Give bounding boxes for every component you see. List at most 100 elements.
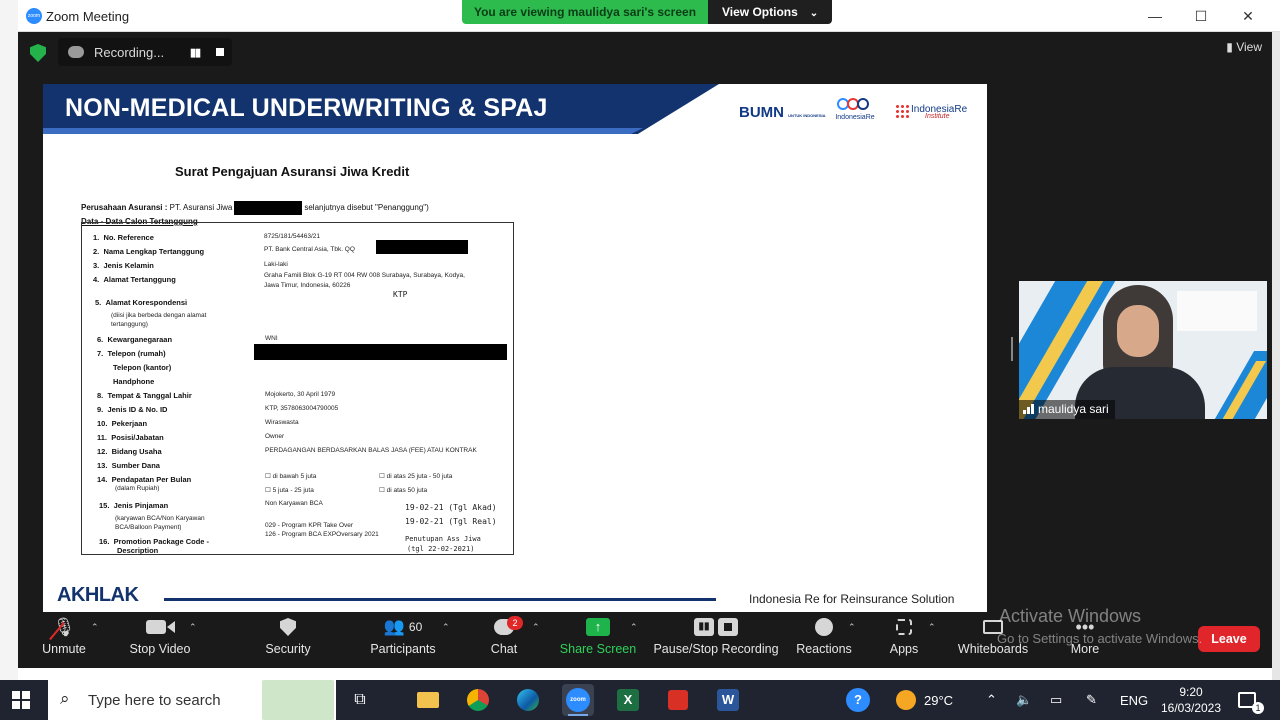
apps-button[interactable]: Apps [884, 612, 924, 668]
desktop-background [0, 0, 18, 680]
help-icon[interactable]: ? [846, 680, 870, 720]
video-background-slide [1177, 291, 1257, 331]
maximize-icon[interactable]: ☐ [1191, 6, 1211, 26]
close-icon[interactable]: ✕ [1238, 6, 1258, 26]
chrome-icon[interactable] [462, 684, 494, 716]
form-row-line2: Description [117, 546, 158, 555]
participant-name: maulidya sari [1038, 402, 1109, 416]
view-options-button[interactable]: View Options ⌄ [708, 0, 832, 24]
row-num: 7. [97, 349, 104, 358]
zoom-taskbar-icon[interactable]: zoom [562, 684, 594, 716]
view-button[interactable]: ▮ View [1226, 40, 1262, 54]
row-label: Sumber Dana [111, 461, 160, 470]
form-row: Handphone [113, 377, 154, 386]
stop-recording-icon[interactable] [216, 48, 224, 56]
indonesiare-rings-icon [833, 98, 877, 112]
minimize-icon[interactable]: — [1145, 6, 1165, 26]
row-num: 6. [97, 335, 104, 344]
income-option: ☐ di bawah 5 juta [265, 473, 317, 480]
input-language[interactable]: ENG [1120, 680, 1148, 720]
bumn-logo: BUMN UNTUK INDONESIA [739, 104, 826, 121]
form-row: 8. Tempat & Tanggal Lahir [97, 391, 192, 400]
reactions-button[interactable]: Reactions [794, 612, 854, 668]
row-label: Tempat & Tanggal Lahir [107, 391, 192, 400]
redaction-bar [376, 240, 468, 254]
row-value-line2: Jawa Timur, Indonesia, 60226 [264, 282, 351, 289]
notification-count: 1 [1252, 702, 1264, 714]
security-app-icon[interactable] [662, 684, 694, 716]
clock-time: 9:20 [1179, 685, 1203, 699]
form-title: Surat Pengajuan Asuransi Jiwa Kredit [175, 164, 410, 179]
weather-temperature: 29°C [924, 692, 954, 708]
share-options-chevron-icon[interactable]: ⌃ [630, 622, 638, 633]
row-label: Alamat Tertanggung [103, 275, 176, 284]
weather-sun-icon [896, 690, 916, 710]
form-row: Telepon (kantor) [113, 363, 171, 372]
apps-options-chevron-icon[interactable]: ⌃ [928, 622, 936, 633]
reactions-options-chevron-icon[interactable]: ⌃ [848, 622, 856, 633]
encryption-shield-icon[interactable] [30, 44, 46, 62]
slide-banner-stripe [43, 128, 643, 134]
viewing-status: You are viewing maulidya sari's screen [462, 0, 708, 24]
row-num: 14. [97, 475, 108, 484]
unmute-button[interactable]: 🎙 Unmute [32, 612, 96, 668]
start-button[interactable] [12, 691, 30, 709]
participants-options-chevron-icon[interactable]: ⌃ [442, 622, 450, 633]
row-num: 5. [95, 298, 102, 307]
leave-button[interactable]: Leave [1198, 626, 1260, 652]
show-hidden-icons-chevron-icon[interactable]: ⌃ [986, 680, 997, 720]
participant-video[interactable]: maulidya sari [1019, 281, 1267, 419]
task-view-icon[interactable]: ⧉ [344, 684, 376, 716]
pause-stop-recording-button[interactable]: ▮▮ Pause/Stop Recording [652, 612, 780, 668]
form-row: 6. Kewarganegaraan [97, 335, 172, 344]
security-button[interactable]: Security [258, 612, 318, 668]
participant-face [1117, 305, 1159, 357]
pause-recording-icon[interactable]: ▮▮ [190, 46, 201, 59]
resize-handle[interactable] [1011, 337, 1013, 361]
row-num: 1. [93, 233, 100, 242]
row-value: Laki-laki [264, 261, 288, 268]
form-row: 5. Alamat Korespondensi [95, 298, 187, 307]
taskbar-search-box[interactable]: ⌕ Type here to search [48, 680, 336, 720]
search-placeholder: Type here to search [88, 692, 221, 709]
volume-icon[interactable]: 🔈 [1016, 680, 1032, 720]
perusahaan-pre: PT. Asuransi Jiwa [169, 203, 233, 213]
row-value: WNI [265, 335, 278, 342]
window-title: Zoom Meeting [46, 9, 130, 24]
row-sub: (diisi jika berbeda dengan alamat [111, 312, 207, 319]
participants-button[interactable]: 👥 60 Participants [358, 612, 448, 668]
row-num: 8. [97, 391, 104, 400]
unmute-label: Unmute [42, 642, 86, 656]
stop-video-button[interactable]: Stop Video [122, 612, 198, 668]
video-options-chevron-icon[interactable]: ⌃ [189, 622, 197, 633]
battery-icon[interactable]: ▭ [1050, 680, 1062, 720]
word-icon[interactable]: W [712, 684, 744, 716]
weather-widget[interactable]: 29°C [896, 680, 953, 720]
row-label: Jenis Pinjaman [113, 501, 169, 510]
row-num: 4. [93, 275, 100, 284]
audio-options-chevron-icon[interactable]: ⌃ [91, 622, 99, 633]
form-row: 10. Pekerjaan [97, 419, 147, 428]
excel-icon[interactable]: X [612, 684, 644, 716]
income-option: ☐ 5 juta - 25 juta [265, 487, 314, 494]
row-value: Wiraswasta [265, 419, 299, 426]
share-screen-label: Share Screen [559, 642, 637, 656]
bumn-logo-text: BUMN [739, 104, 784, 121]
perusahaan-line: Perusahaan Asuransi : PT. Asuransi Jiwa s… [81, 201, 429, 215]
share-screen-button[interactable]: ↑ Share Screen [558, 612, 638, 668]
perusahaan-post: selanjutnya disebut "Penanggung") [304, 203, 429, 213]
row-sub-line2: tertanggung) [111, 321, 148, 328]
edge-icon[interactable] [512, 684, 544, 716]
handwritten-ktp: KTP [393, 290, 408, 299]
pen-icon[interactable]: ✎ [1086, 680, 1097, 720]
file-explorer-icon[interactable] [412, 684, 444, 716]
row-label: Telepon (rumah) [107, 349, 166, 358]
notification-center-icon[interactable]: 1 [1238, 680, 1264, 720]
taskbar-clock[interactable]: 9:20 16/03/2023 [1156, 684, 1226, 716]
row-label: Bidang Usaha [111, 447, 162, 456]
indonesiare-logo-text: IndonesiaRe [835, 114, 875, 121]
row-num: 3. [93, 261, 100, 270]
row-label: Handphone [113, 377, 155, 386]
chat-options-chevron-icon[interactable]: ⌃ [532, 622, 540, 633]
row-value: PERDAGANGAN BERDASARKAN BALAS JASA (FEE)… [265, 447, 477, 454]
